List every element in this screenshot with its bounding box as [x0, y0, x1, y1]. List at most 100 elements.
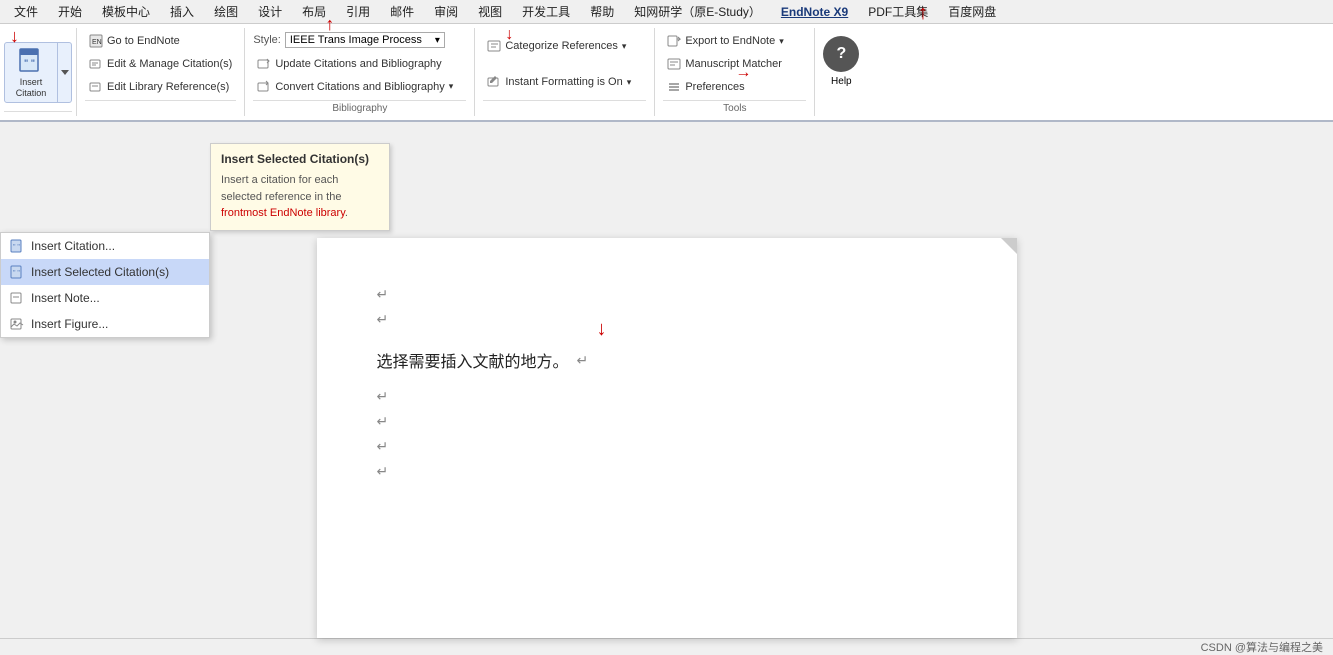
bibliography-group-label: Bibliography	[253, 100, 466, 114]
instant-formatting-button[interactable]: Instant Formatting is On ▾	[483, 73, 646, 91]
menu-mail[interactable]: 邮件	[384, 1, 420, 22]
edit-manage-icon	[89, 57, 103, 71]
style-dropdown-arrow: ▾	[435, 35, 440, 46]
page-corner	[1001, 238, 1017, 254]
status-bar: CSDN @算法与编程之美	[0, 638, 1333, 655]
tooltip-text: Insert a citation for each selected refe…	[221, 172, 379, 222]
menu-bar: 文件 开始 模板中心 插入 绘图 设计 布局 引用 邮件 审阅 视图 开发工具 …	[0, 0, 1333, 24]
style-label: Style:	[253, 34, 281, 46]
edit-manage-button[interactable]: Edit & Manage Citation(s)	[85, 55, 236, 73]
menu-baidu[interactable]: 百度网盘	[942, 1, 1002, 22]
doc-line-2: ↵	[377, 311, 957, 328]
export-arrow: ▾	[779, 36, 784, 47]
insert-figure-menu-icon	[9, 316, 25, 332]
tooltip-insert-selected: Insert Selected Citation(s) Insert a cit…	[210, 143, 390, 231]
ribbon-group-help: ? Help	[815, 28, 875, 116]
menu-insert[interactable]: 插入	[164, 1, 200, 22]
menu-home[interactable]: 开始	[52, 1, 88, 22]
edit-library-button[interactable]: Edit Library Reference(s)	[85, 78, 236, 96]
style-value: IEEE Trans Image Process	[290, 34, 422, 46]
ribbon: ↓ " " InsertCitation	[0, 24, 1333, 122]
paragraph-mark-6: ↵	[377, 463, 389, 480]
menu-file[interactable]: 文件	[8, 1, 44, 22]
document-page: ↵ ↵ ↓ 选择需要插入文献的地方。 ↵ ↵ ↵	[317, 238, 1017, 638]
svg-text:EN: EN	[92, 39, 102, 46]
insert-note-menu-icon	[9, 290, 25, 306]
edit-library-icon	[89, 80, 103, 94]
menu-template[interactable]: 模板中心	[96, 1, 156, 22]
paragraph-mark-4: ↵	[377, 413, 389, 430]
update-citations-label: Update Citations and Bibliography	[275, 58, 441, 70]
style-dropdown[interactable]: IEEE Trans Image Process ▾	[285, 32, 445, 48]
menu-review[interactable]: 审阅	[428, 1, 464, 22]
doc-main-line: ↓ 选择需要插入文献的地方。 ↵	[377, 348, 957, 372]
paragraph-mark-text: ↵	[577, 352, 589, 369]
arrow-document: ↓	[597, 318, 607, 341]
bibliography-column: Style: IEEE Trans Image Process ▾ Update…	[253, 30, 466, 98]
instant-formatting-icon	[487, 75, 501, 89]
insert-citation-button[interactable]: " " InsertCitation	[4, 42, 72, 104]
instant-formatting-label: Instant Formatting is On	[505, 76, 622, 88]
dropdown-insert-citation[interactable]: " " Insert Citation...	[1, 233, 209, 259]
insert-citation-label: InsertCitation	[16, 77, 47, 99]
svg-text:" ": " "	[13, 270, 20, 277]
insert-citation-dropdown-arrow[interactable]	[57, 43, 71, 103]
update-citations-button[interactable]: Update Citations and Bibliography	[253, 55, 466, 73]
arrow-insert-citation: ↓	[10, 26, 19, 47]
citation-icon: " "	[16, 47, 46, 77]
categorize-icon	[487, 39, 501, 53]
menu-help[interactable]: 帮助	[584, 1, 620, 22]
paragraph-mark-1: ↵	[377, 286, 389, 303]
menu-endnote[interactable]: EndNote X9	[775, 3, 854, 21]
ribbon-group-bibliography: ↑ Style: IEEE Trans Image Process ▾	[245, 28, 475, 116]
arrow-preferences: →	[735, 64, 751, 82]
preferences-icon	[667, 80, 681, 94]
categorize-arrow: ▾	[622, 41, 627, 52]
style-row: Style: IEEE Trans Image Process ▾	[253, 32, 466, 48]
menu-view[interactable]: 视图	[472, 1, 508, 22]
update-icon	[257, 57, 271, 71]
menu-zhiwang[interactable]: 知网研学（原E-Study）	[628, 1, 767, 22]
endnote-icon: EN	[89, 34, 103, 48]
export-endnote-button[interactable]: Export to EndNote ▾	[663, 32, 806, 50]
menu-references[interactable]: 引用	[340, 1, 376, 22]
tooltip-title: Insert Selected Citation(s)	[221, 152, 379, 166]
menu-design[interactable]: 设计	[252, 1, 288, 22]
categorize-label: Categorize References	[505, 40, 618, 52]
menu-developer[interactable]: 开发工具	[516, 1, 576, 22]
convert-icon	[257, 80, 271, 94]
dropdown-insert-citation-label: Insert Citation...	[31, 239, 115, 253]
paragraph-mark-5: ↵	[377, 438, 389, 455]
convert-citations-button[interactable]: Convert Citations and Bibliography ▾	[253, 78, 466, 96]
insert-citation-main[interactable]: " " InsertCitation	[5, 43, 57, 103]
instant-formatting-arrow: ▾	[627, 77, 632, 88]
categorize-group-label	[483, 100, 646, 103]
dropdown-insert-selected-label: Insert Selected Citation(s)	[31, 265, 169, 279]
annotation-arrow-endnote: ↑	[918, 2, 928, 25]
go-to-endnote-button[interactable]: EN Go to EndNote	[85, 32, 236, 50]
convert-citations-label: Convert Citations and Bibliography	[275, 81, 444, 93]
doc-trailing-marks: ↵ ↵ ↵ ↵	[377, 388, 957, 480]
dropdown-insert-note[interactable]: Insert Note...	[1, 285, 209, 311]
dropdown-insert-note-label: Insert Note...	[31, 291, 100, 305]
tooltip-highlight: frontmost EndNote library	[221, 207, 345, 219]
help-label: Help	[831, 76, 852, 87]
dropdown-insert-selected[interactable]: " " Insert Selected Citation(s)	[1, 259, 209, 285]
doc-line-4: ↵	[377, 413, 957, 430]
help-button[interactable]: ? Help	[823, 36, 859, 87]
insert-group-label	[4, 111, 72, 114]
svg-text:" ": " "	[24, 58, 35, 68]
manuscript-matcher-label: Manuscript Matcher	[685, 58, 782, 70]
export-icon	[667, 34, 681, 48]
dropdown-insert-figure[interactable]: Insert Figure...	[1, 311, 209, 337]
app-window: 文件 开始 模板中心 插入 绘图 设计 布局 引用 邮件 审阅 视图 开发工具 …	[0, 0, 1333, 629]
doc-line-1: ↵	[377, 286, 957, 303]
go-to-endnote-label: Go to EndNote	[107, 35, 180, 47]
menu-draw[interactable]: 绘图	[208, 1, 244, 22]
chevron-icon	[61, 70, 69, 75]
ribbon-group-endnote-actions: EN Go to EndNote Edit & Manage Citation(…	[77, 28, 245, 116]
insert-citation-menu-icon: " "	[9, 238, 25, 254]
edit-library-label: Edit Library Reference(s)	[107, 81, 229, 93]
manuscript-icon	[667, 57, 681, 71]
tools-group-label: Tools	[663, 100, 806, 114]
